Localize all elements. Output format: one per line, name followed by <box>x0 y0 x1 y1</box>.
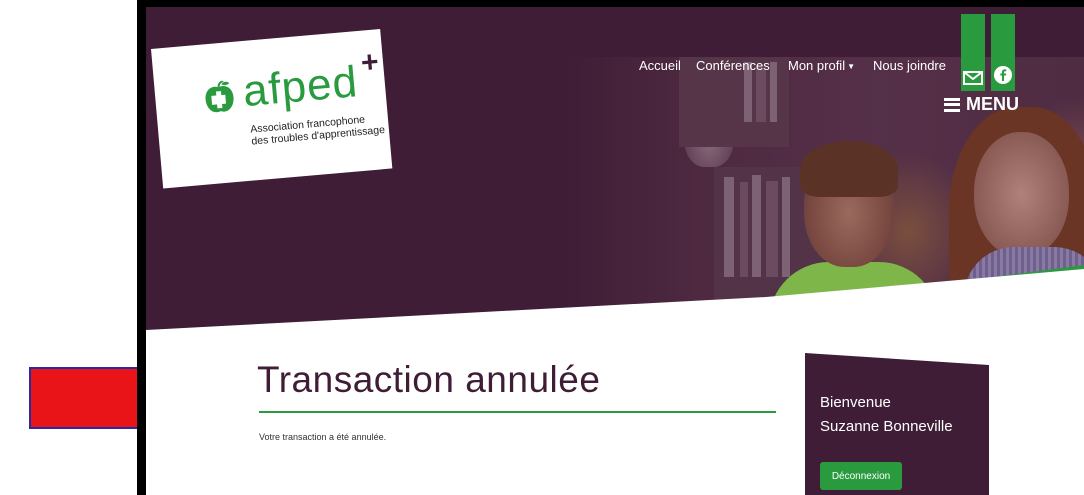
nav-profile[interactable]: Mon profil ▼ <box>788 58 855 73</box>
caret-down-icon: ▼ <box>847 62 855 72</box>
browser-frame: afped + Association francophone des trou… <box>137 0 1084 495</box>
email-button[interactable] <box>961 14 985 91</box>
nav-home[interactable]: Accueil <box>639 58 681 73</box>
apple-puzzle-icon <box>205 79 234 113</box>
logo[interactable]: afped + Association francophone des trou… <box>151 28 393 189</box>
menu-button[interactable]: MENU <box>944 94 1019 115</box>
logo-wordmark: afped <box>240 57 360 117</box>
nav-conferences[interactable]: Conférences <box>696 58 770 73</box>
logo-plus: + <box>359 45 380 80</box>
facebook-button[interactable] <box>991 14 1015 91</box>
facebook-icon <box>994 66 1012 84</box>
welcome-text: Bienvenue Suzanne Bonneville <box>820 391 953 439</box>
welcome-panel: Bienvenue Suzanne Bonneville Déconnexion <box>805 353 989 495</box>
website: afped + Association francophone des trou… <box>146 7 1084 495</box>
nav-contact[interactable]: Nous joindre <box>873 58 946 73</box>
logout-button[interactable]: Déconnexion <box>820 462 902 490</box>
logo-tagline: Association francophone des troubles d'a… <box>249 113 386 148</box>
welcome-line: Bienvenue <box>820 394 891 411</box>
page-title: Transaction annulée <box>257 359 601 400</box>
user-name: Suzanne Bonneville <box>820 418 953 435</box>
mail-icon <box>963 71 983 85</box>
cancel-message: Votre transaction a été annulée. <box>259 432 387 442</box>
hamburger-icon <box>944 97 960 112</box>
menu-label: MENU <box>966 94 1019 114</box>
title-divider <box>259 411 776 413</box>
nav-profile-label: Mon profil <box>788 58 846 73</box>
